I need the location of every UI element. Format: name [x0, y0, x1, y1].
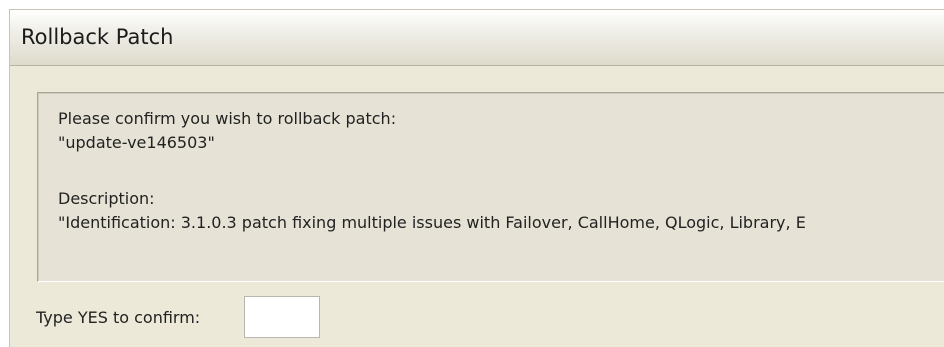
dialog-title-bar: Rollback Patch [10, 10, 944, 66]
description-label: Description: [58, 189, 155, 208]
confirm-row: Type YES to confirm: [10, 296, 944, 340]
confirm-input[interactable] [244, 296, 320, 338]
dialog-title: Rollback Patch [21, 25, 174, 49]
confirm-label: Type YES to confirm: [36, 308, 201, 327]
message-panel: Please confirm you wish to rollback patc… [37, 92, 944, 282]
rollback-patch-dialog: Rollback Patch Please confirm you wish t… [9, 9, 944, 347]
confirm-prompt-text: Please confirm you wish to rollback patc… [58, 109, 397, 128]
patch-name-text: "update-ve146503" [58, 133, 215, 152]
description-text: "Identification: 3.1.0.3 patch fixing mu… [58, 213, 806, 232]
